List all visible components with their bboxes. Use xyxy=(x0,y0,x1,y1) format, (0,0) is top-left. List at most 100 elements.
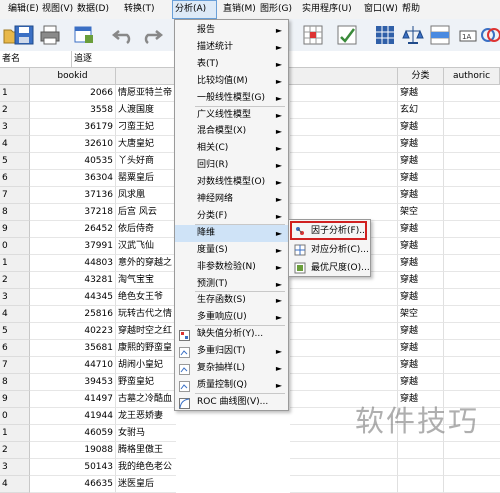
value-labels-icon[interactable]: 1A xyxy=(456,23,480,47)
menu-view[interactable]: 视图(V) xyxy=(40,0,75,19)
cell-category[interactable]: 穿越 xyxy=(398,323,444,340)
analyze-menu-item[interactable]: 对数线性模型(O) ► xyxy=(175,174,288,191)
cell-empty[interactable] xyxy=(290,153,398,170)
menu-direct-marketing[interactable]: 直销(M) xyxy=(221,0,258,19)
cell-bookid[interactable]: 46635 xyxy=(30,476,116,493)
analyze-menu-item[interactable]: 复杂抽样(L) ► xyxy=(175,360,288,377)
cell-name[interactable]: 罂粟皇后 xyxy=(116,170,176,187)
cell-bookid[interactable]: 26452 xyxy=(30,221,116,238)
correspondence-analysis-item[interactable]: 对应分析(C)... xyxy=(289,241,370,259)
column-header-category[interactable]: 分类 xyxy=(398,68,444,85)
cell-name[interactable]: 迷医皇后 xyxy=(116,476,176,493)
row-number[interactable]: 6 xyxy=(0,170,30,187)
column-header-author[interactable]: authoric xyxy=(444,68,500,85)
row-number[interactable]: 4 xyxy=(0,136,30,153)
cell-name[interactable]: 胡闹小皇妃 xyxy=(116,357,176,374)
cell-bookid[interactable]: 43281 xyxy=(30,272,116,289)
cell-author[interactable] xyxy=(444,170,500,187)
cell-name[interactable]: 凤求凰 xyxy=(116,187,176,204)
cell-author[interactable] xyxy=(444,153,500,170)
row-number[interactable]: 8 xyxy=(0,374,30,391)
menu-graphs[interactable]: 图形(G) xyxy=(258,0,294,19)
cell-bookid[interactable]: 37136 xyxy=(30,187,116,204)
menu-edit[interactable]: 编辑(E) xyxy=(6,0,41,19)
cell-empty[interactable] xyxy=(290,136,398,153)
cell-empty[interactable] xyxy=(290,476,398,493)
cell-bookid[interactable]: 44345 xyxy=(30,289,116,306)
cell-author[interactable] xyxy=(444,442,500,459)
cell-category[interactable]: 架空 xyxy=(398,306,444,323)
cell-bookid[interactable]: 25816 xyxy=(30,306,116,323)
cell-author[interactable] xyxy=(444,459,500,476)
analyze-menu-item[interactable]: 度量(S) ► xyxy=(175,242,288,259)
menu-data[interactable]: 数据(D) xyxy=(75,0,111,19)
cell-name[interactable]: 淘气宝宝 xyxy=(116,272,176,289)
cell-category[interactable]: 穿越 xyxy=(398,187,444,204)
cell-name[interactable]: 人渡国度 xyxy=(116,102,176,119)
cell-empty[interactable] xyxy=(290,170,398,187)
cell-name[interactable]: 绝色女王爷 xyxy=(116,289,176,306)
cell-category[interactable]: 穿越 xyxy=(398,153,444,170)
cell-bookid[interactable]: 19088 xyxy=(30,442,116,459)
analyze-menu-item[interactable]: 神经网络 ► xyxy=(175,191,288,208)
cell-bookid[interactable]: 40535 xyxy=(30,153,116,170)
cell-author[interactable] xyxy=(444,136,500,153)
row-number[interactable]: 0 xyxy=(0,238,30,255)
cell-empty[interactable] xyxy=(290,442,398,459)
cell-bookid[interactable]: 2066 xyxy=(30,85,116,102)
cell-author[interactable] xyxy=(444,289,500,306)
row-number[interactable]: 2 xyxy=(0,442,30,459)
cell-category[interactable]: 架空 xyxy=(398,204,444,221)
cell-category[interactable]: 穿越 xyxy=(398,255,444,272)
row-number[interactable]: 0 xyxy=(0,408,30,425)
cell-name[interactable]: 康熙的野蛮皇 xyxy=(116,340,176,357)
analyze-menu-item[interactable]: 预测(T) ► xyxy=(175,276,288,293)
cell-author[interactable] xyxy=(444,85,500,102)
cell-bookid[interactable]: 40223 xyxy=(30,323,116,340)
redo-icon[interactable] xyxy=(140,23,164,47)
row-number[interactable]: 4 xyxy=(0,306,30,323)
cell-bookid[interactable]: 3558 xyxy=(30,102,116,119)
cell-author[interactable] xyxy=(444,323,500,340)
cell-bookid[interactable]: 44710 xyxy=(30,357,116,374)
analyze-menu-item[interactable]: 多重归因(T) ► xyxy=(175,343,288,360)
cell-category[interactable]: 穿越 xyxy=(398,357,444,374)
cell-bookid[interactable]: 32610 xyxy=(30,136,116,153)
analyze-menu-item[interactable]: 缺失值分析(Y)... xyxy=(175,326,288,343)
cell-name[interactable]: 意外的穿越之 xyxy=(116,255,176,272)
row-number[interactable]: 8 xyxy=(0,204,30,221)
cell-name[interactable]: 依后侍奇 xyxy=(116,221,176,238)
cell-category[interactable]: 玄幻 xyxy=(398,102,444,119)
analyze-menu-item[interactable]: 比较均值(M) ► xyxy=(175,73,288,90)
cell-category[interactable]: 穿越 xyxy=(398,85,444,102)
menu-utilities[interactable]: 实用程序(U) xyxy=(300,0,354,19)
cell-category[interactable]: 穿越 xyxy=(398,289,444,306)
weight-cases-icon[interactable] xyxy=(401,23,425,47)
analyze-menu-item[interactable]: 质量控制(Q) ► xyxy=(175,377,288,394)
cell-author[interactable] xyxy=(444,221,500,238)
cell-empty[interactable] xyxy=(290,85,398,102)
row-number[interactable]: 4 xyxy=(0,476,30,493)
analyze-menu-item[interactable]: 报告 ► xyxy=(175,22,288,39)
row-number[interactable]: 3 xyxy=(0,119,30,136)
cell-category[interactable]: 穿越 xyxy=(398,340,444,357)
cell-empty[interactable] xyxy=(290,187,398,204)
analyze-menu-item[interactable]: 混合模型(X) ► xyxy=(175,123,288,140)
cell-category[interactable] xyxy=(398,442,444,459)
cell-author[interactable] xyxy=(444,119,500,136)
analyze-menu-item[interactable]: 一般线性模型(G) ► xyxy=(175,90,288,107)
row-number[interactable]: 5 xyxy=(0,153,30,170)
cell-empty[interactable] xyxy=(290,357,398,374)
cell-value-input[interactable]: 追逐 xyxy=(74,51,92,67)
cell-name[interactable]: 女驸马 xyxy=(116,425,176,442)
cell-category[interactable]: 穿越 xyxy=(398,272,444,289)
cell-category[interactable] xyxy=(398,476,444,493)
save-icon[interactable] xyxy=(12,23,36,47)
cell-author[interactable] xyxy=(444,272,500,289)
cell-bookid[interactable]: 36304 xyxy=(30,170,116,187)
cell-name[interactable]: 汉武飞仙 xyxy=(116,238,176,255)
cell-author[interactable] xyxy=(444,238,500,255)
row-number[interactable]: 3 xyxy=(0,459,30,476)
menu-transform[interactable]: 转换(T) xyxy=(122,0,157,19)
cell-empty[interactable] xyxy=(290,306,398,323)
